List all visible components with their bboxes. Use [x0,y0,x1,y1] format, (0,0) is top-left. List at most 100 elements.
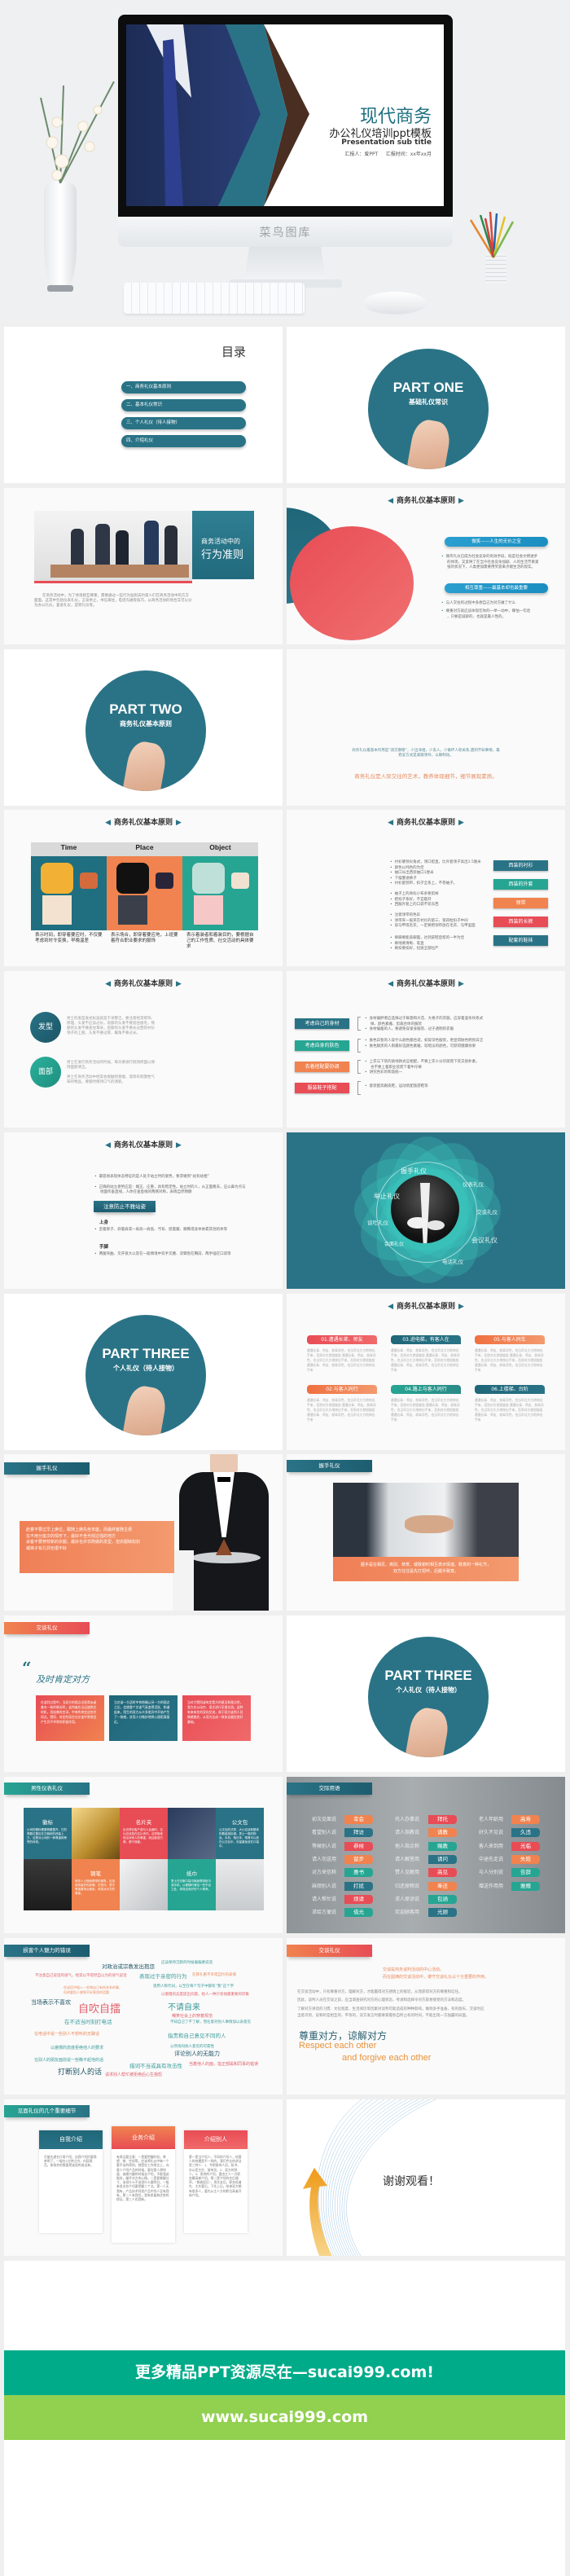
slogan-en-1: Respect each other [299,2041,377,2051]
slide-conduct[interactable]: 商务活动中的 行为准则 在商务活动中，为了体现相互尊重，需要通过一些行为准则去约… [4,488,283,644]
slide-part-three-2[interactable]: PART THREE 个人礼仪（待人接物） [287,1615,565,1772]
slide-handshake-photo[interactable]: 握手礼仪 握手是在相见、离别、恭贺、或致谢时相互表示情谊、致意的一种礼节， 双方… [287,1454,565,1611]
suit-category-button[interactable]: 西装的衬衫 [493,860,548,871]
slide-suit[interactable]: ◀商务礼仪基本原则▶ 西装的衬衫西装的外套领带西装的长裤配套的鞋袜 衬衫硬领尖角式… [287,810,565,966]
cover-meta: 汇报人：爱PPT 汇报时间：xx年xx月 [344,150,432,157]
flower-label[interactable]: 会面礼仪 [384,1240,404,1247]
slide-etiquette-flower[interactable]: 握手礼仪仪表礼仪举止礼仪交谈礼仪谈吐礼仪会议礼仪 会面礼仪电话礼仪 [287,1132,565,1289]
flower-label[interactable]: 电话礼仪 [442,1257,463,1265]
suit-bullet: 裤脚要能盖脚面，达到皮鞋后帮的一半为佳 [390,936,465,941]
slide-part-three[interactable]: PART THREE 个人礼仪（待人接物） [4,1294,283,1450]
flower-label[interactable]: 交谈礼仪 [476,1207,498,1215]
phrase-badge[interactable]: 烦请 [344,1895,373,1904]
promo-banner[interactable]: 更多精品PPT资源尽在—sucai999.com! [4,2350,565,2395]
phrase-badge[interactable]: 拜访 [344,1828,373,1837]
suit-category-button[interactable]: 领带 [493,898,548,908]
flower-label[interactable]: 举止礼仪 [374,1192,400,1201]
flower-label[interactable]: 会议礼仪 [471,1236,498,1245]
mistake-phrase: 不知自己了不了解，而任意对别人事情加以表意见 [170,2020,251,2024]
dressing-bullet: 身材偏瘦的人，要避免穿紧身服装、过于透明的衣服 [365,1027,454,1032]
accessory-title: 公文包 [231,1819,248,1826]
phrase-badge[interactable]: 高寿 [511,1815,540,1824]
slide-tpo[interactable]: ◀ 商务礼仪基本原则 ▶ Time 表示时间，即穿着要应时，不仅要考虑到时令变换，早晚… [4,810,283,966]
bracket [357,1039,361,1053]
section-tab: 交谈礼仪 [287,1945,372,1957]
mistake-phrase: 在不适当时刻打电话 [64,2019,112,2025]
toc-item[interactable]: 二、基本礼仪常识 [121,399,246,411]
phrase-badge[interactable]: 请问 [428,1855,457,1864]
part-subtitle: 个人礼仪（待人接物） [113,1365,178,1372]
slide-phrases[interactable]: 交际用语 初次见面说 幸会 看望别人说 拜访 等候别人说 恭候 请人勿送用 留步 对方来信称 惠书… [287,1777,565,1933]
phrase-context: 请人指教说 [395,1830,420,1835]
phrase-badge[interactable]: 请教 [428,1828,457,1837]
slide-standing[interactable]: ◀商务礼仪基本原则▶ 最容易表现体态特征的是人处于站立时的姿势，要求做到“站有站… [4,1132,283,1289]
phrase-badge[interactable]: 雅赠 [511,1882,540,1891]
phrase-badge[interactable]: 幸会 [344,1815,373,1824]
url-link[interactable]: www.sucai999.com [201,2408,368,2426]
accessory-tile: 公文包 公文包的式样、大小应该和整体的着装相协调。男士一般的物品，手机、笔记本、笔… [216,1808,264,1859]
clasped-hands-image [406,417,453,469]
phrase-badge[interactable]: 留步 [344,1855,373,1864]
phrase-badge[interactable]: 恭候 [344,1842,373,1851]
dressing-bullet: 肤色白皙的人穿什么颜色都合适，如穿深色服装，更显得肤色明亮白洁 [365,1039,484,1044]
slide-guest-cards[interactable]: ◀ 商务礼仪基本原则 ▶ 01.遭遇长辈、师友 遭遇长辈、师友、前辈异性，也当早点大方… [287,1294,565,1450]
toc-item[interactable]: 一、商务礼仪基本原则 [121,381,246,393]
suit-category-button[interactable]: 配套的鞋袜 [493,935,548,946]
suit-bullet: 裤线要清晰、笔直 [390,942,424,947]
suit-bullet: 裤扣要扣好，拉链全部拉严 [390,947,439,952]
smile-pill: 微笑——人生的无价之宝 [445,537,548,547]
slide-affirm[interactable]: 交谈礼仪 “ 及时肯定对方 在谈判过程中，当双方的观点出现类似或基本一致的情况时… [4,1615,283,1772]
part-subtitle: 个人礼仪（待人接物） [396,1686,461,1694]
flower-label[interactable]: 谈吐礼仪 [367,1218,388,1226]
phrase-context: 初次见面说 [312,1817,337,1822]
slide-conversation[interactable]: 交谈礼仪 交谈是商务谈判活动的中心活动。 而在圆满的交谈活动中，遵守交谈礼仪占十… [287,1938,565,2095]
phrase-badge[interactable]: 惠书 [344,1868,373,1877]
toc-item[interactable]: 三、个人礼仪（待人接物） [121,417,246,429]
arc-line [325,2099,385,2256]
phrase-badge[interactable]: 打扰 [344,1882,373,1891]
flower-label[interactable]: 握手礼仪 [401,1167,427,1176]
phrase-badge[interactable]: 久违 [511,1828,540,1837]
phrase-badge[interactable]: 借光 [344,1908,373,1917]
chin-watermark: 菜鸟图库 [259,226,312,240]
phrase-badge[interactable]: 光临 [511,1842,540,1851]
phrase-badge[interactable]: 奉还 [428,1882,457,1891]
phrase-context: 与人分别说 [479,1870,504,1875]
url-banner[interactable]: www.sucai999.com [4,2395,565,2440]
phrase-badge[interactable]: 赐教 [428,1842,457,1851]
slide-toc[interactable]: 目录 一、商务礼仪基本原则 二、基本礼仪常识 三、个人礼仪（待人接物） 四、介绍礼仪 [4,327,283,483]
phrase-badge[interactable]: 高见 [428,1868,457,1877]
part-title: PART TWO [109,701,182,717]
suit-category-button[interactable]: 西装的长裤 [493,917,548,927]
slide-quote[interactable]: 商务礼仪最基本作用是“减交摩擦”，少出洋相，少丢人，少做坏人际关系,遇到不知事情… [287,649,565,806]
slide-dressing[interactable]: ◀商务礼仪基本原则▶ 考虑自己的身材 身材偏胖者应选择过于鲜艳和大花、大格子的衣服… [287,971,565,1128]
phrase-badge[interactable]: 告辞 [511,1868,540,1877]
slide-meeting[interactable]: 见面礼仪的几个重要细节 自我介绍 尽量先递名片再介绍，自我介绍时要简单明了，一般在… [4,2099,283,2256]
bracket [357,1060,361,1074]
guest-card-title: 01.遭遇长辈、师友 [307,1335,377,1344]
slide-handshake-waiter[interactable]: 握手礼仪 赴宴不要过早上席位，跟随上席先坐末座，而最终客随主便 在不用分座次的情形… [4,1454,283,1611]
phrase-context: 等候别人说 [312,1844,337,1849]
header-text: 商务礼仪基本原则 [396,980,455,988]
accessory-title: 纸巾 [186,1870,197,1877]
mistake-phrase: 指责和自己意见不同的人 [168,2033,226,2039]
flower-label[interactable]: 仪表礼仪 [463,1180,484,1188]
slide-part-two[interactable]: PART TWO 商务礼仪基本原则 [4,649,283,806]
slide-thanks[interactable]: 谢谢观看！ [287,2099,565,2256]
phrase-badge[interactable]: 包涵 [428,1895,457,1904]
suit-category-button[interactable]: 西装的外套 [493,879,548,890]
arc-line [327,2099,391,2256]
dressing-label: 考虑自己的身材 [295,1018,349,1029]
slide-smile-respect[interactable]: ◀商务礼仪基本原则▶ 微笑——人生的无价之宝 相互尊重——最基本却也最重要 微笑… [287,488,565,644]
slide-male-appearance[interactable]: 男性仪表礼仪 徽标 公司的徽标需要佩戴整齐，它的佩戴位置应在左胸前的西装上方，这是… [4,1777,283,1933]
phrase-context: 请人帮忙说 [312,1897,337,1902]
phrase-context: 中途先走说 [479,1857,504,1862]
phrase-badge[interactable]: 失陪 [511,1855,540,1864]
suit-bullet: 西服外套上的口袋不装东西 [390,903,439,908]
toc-item[interactable]: 四、介绍礼仪 [121,435,246,447]
phrase-badge[interactable]: 拜托 [428,1815,457,1824]
phrase-badge[interactable]: 光顾 [428,1908,457,1917]
slide-grooming[interactable]: ◀ 商务礼仪基本原则 ▶ 发型 男士的发型发式标准就是干净整洁，要注意经常修饰、修理… [4,971,283,1128]
slide-part-one[interactable]: PART ONE 基础礼仪常识 [287,327,565,483]
slide-mistakes[interactable]: 损害个人魅力的错误 对政治或宗教发出抱怨 应该保持沉默的时候偏偏要说话 不注意自己说… [4,1938,283,2095]
